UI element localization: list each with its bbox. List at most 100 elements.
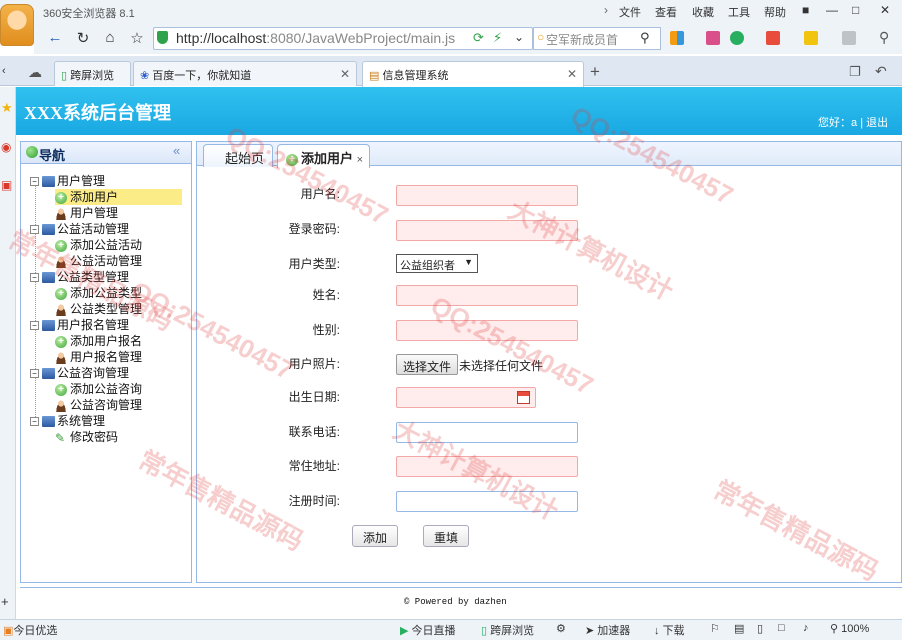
address-dropdown-icon[interactable]: ⌄ [514,30,524,44]
status-icon-e[interactable]: □ [778,622,785,634]
minimize-button[interactable]: — [826,3,838,17]
safety-guard-icon[interactable] [730,31,744,45]
restore-tab-icon[interactable]: ↶ [875,63,887,80]
status-icon-b[interactable]: ⚐ [710,622,720,635]
sound-icon[interactable]: ♪ [803,622,809,634]
search-engine-icon[interactable]: ○ [537,30,544,44]
user-avatar[interactable] [0,4,34,46]
nav-group-activity[interactable]: − 公益活动管理 [30,221,129,237]
close-tab-icon[interactable]: ✕ [567,67,577,81]
browser-tab-cross-screen[interactable]: ▯ 跨屏浏览 [54,61,131,86]
username-input[interactable] [396,185,578,206]
browser-tab-info-system[interactable]: ▤ 信息管理系统 ✕ [362,61,584,87]
nav-item-add-activity[interactable]: + 添加公益活动 [55,237,142,253]
maximize-button[interactable]: □ [852,3,859,17]
nav-collapse-button[interactable]: « [173,143,180,158]
collapse-toggle-icon[interactable]: − [30,273,39,283]
refresh-icon[interactable]: ↻ [73,29,93,47]
regtime-input[interactable] [396,491,578,512]
status-icon-d[interactable]: ▯ [757,622,763,635]
magnifier-icon[interactable]: ⚲ [879,29,889,46]
collapse-toggle-icon[interactable]: − [30,321,39,331]
nav-group-user[interactable]: − 用户管理 [30,173,105,189]
nav-group-system[interactable]: − 系统管理 [30,413,105,429]
choose-file-button[interactable]: 选择文件 [396,354,459,375]
back-icon[interactable]: ← [45,29,65,46]
status-accelerator[interactable]: ➤ 加速器 [585,622,630,638]
user-icon [55,399,67,412]
nav-group-signup[interactable]: − 用户报名管理 [30,317,129,333]
status-live[interactable]: ▶ 今日直播 [400,622,456,638]
new-tab-button[interactable]: + [590,62,600,82]
reload-page-icon[interactable]: ⟳ [473,30,484,46]
screenshot-icon[interactable] [842,31,856,45]
usertype-select[interactable]: 公益组织者 ▼ [396,254,478,273]
nav-item-add-signup[interactable]: + 添加用户报名 [55,333,142,349]
status-download[interactable]: ↓ 下载 [654,622,685,638]
nav-group-consult[interactable]: − 公益咨询管理 [30,365,129,381]
favorite-star-icon[interactable]: ☆ [127,29,147,47]
name-input[interactable] [396,285,578,306]
tab-home[interactable]: 起始页 [203,144,273,167]
nav-item-activity-manage[interactable]: 公益活动管理 [55,253,142,269]
address-text[interactable]: http://localhost:8080/JavaWebProject/mai… [176,30,455,46]
speed-mode-icon[interactable]: ⚡ [493,30,502,46]
nav-item-change-password[interactable]: ✎ 修改密码 [55,429,118,445]
menu-tools[interactable]: 工具 [728,4,750,20]
menu-help[interactable]: 帮助 [764,4,786,20]
status-daily-picks[interactable]: ▣今日优选 [3,622,57,638]
home-icon[interactable]: ⌂ [100,29,120,46]
nav-item-label: 用户管理 [70,206,119,220]
status-icon-a[interactable]: ⚙ [556,622,566,635]
menu-view[interactable]: 查看 [655,4,677,20]
close-window-button[interactable]: ✕ [880,3,890,17]
nav-item-user-manage[interactable]: 用户管理 [55,205,118,221]
close-tab-icon[interactable]: × [357,154,363,166]
logout-link[interactable]: 退出 [866,117,888,129]
collapse-toggle-icon[interactable]: − [30,369,39,379]
menu-file[interactable]: 文件 [619,4,641,20]
apps-icon[interactable] [670,31,684,45]
nav-item-signup-manage[interactable]: 用户报名管理 [55,349,142,365]
nav-item-add-type[interactable]: + 添加公益类型 [55,285,142,301]
nav-item-add-user[interactable]: + 添加用户 [55,189,182,205]
status-icon-c[interactable]: ▤ [734,622,744,635]
tab-add-user[interactable]: + 添加用户 × [277,144,370,168]
user-icon [55,255,67,268]
status-zoom[interactable]: ⚲ 100% [830,622,869,635]
status-cross-screen[interactable]: ▯ 跨屏浏览 [481,622,534,638]
tab-scroll-left-icon[interactable]: ‹ [2,65,6,77]
close-tab-icon[interactable]: ✕ [340,67,350,81]
skin-icon[interactable]: ■ [802,3,809,17]
greeting: 您好：a [818,117,858,129]
address-input[interactable] [396,456,578,477]
calendar-icon[interactable] [517,391,530,404]
collapse-toggle-icon[interactable]: − [30,225,39,235]
password-input[interactable] [396,220,578,241]
extension-icon[interactable] [706,31,720,45]
ad-block-icon[interactable] [766,31,780,45]
nav-item-label: 公益类型管理 [70,302,143,316]
birthday-input[interactable] [396,387,536,408]
sidebar-app-icon[interactable]: ▣ [1,178,12,192]
browser-tab-baidu[interactable]: ❀ 百度一下，你就知道 ✕ [133,61,357,86]
sidebar-favorites-icon[interactable]: ★ [1,100,13,116]
sidebar-add-icon[interactable]: + [1,594,9,609]
gender-input[interactable] [396,320,578,341]
sidebar-weibo-icon[interactable]: ◉ [1,140,11,154]
reset-button[interactable]: 重填 [423,525,469,547]
cloud-icon[interactable]: ☁ [28,64,42,81]
nav-item-type-manage[interactable]: 公益类型管理 [55,301,142,317]
search-icon[interactable]: ⚲ [640,30,650,46]
nav-item-add-consult[interactable]: + 添加公益咨询 [55,381,142,397]
collapse-toggle-icon[interactable]: − [30,177,39,187]
collapse-toggle-icon[interactable]: − [30,417,39,427]
nav-item-consult-manage[interactable]: 公益咨询管理 [55,397,142,413]
nav-group-type[interactable]: − 公益类型管理 [30,269,129,285]
add-button[interactable]: 添加 [352,525,398,547]
phone-input[interactable] [396,422,578,443]
menu-favorites[interactable]: 收藏 [692,4,714,20]
notes-icon[interactable] [804,31,818,45]
chevron-right-icon[interactable]: › [604,3,608,17]
tab-list-icon[interactable]: ❐ [849,64,861,80]
